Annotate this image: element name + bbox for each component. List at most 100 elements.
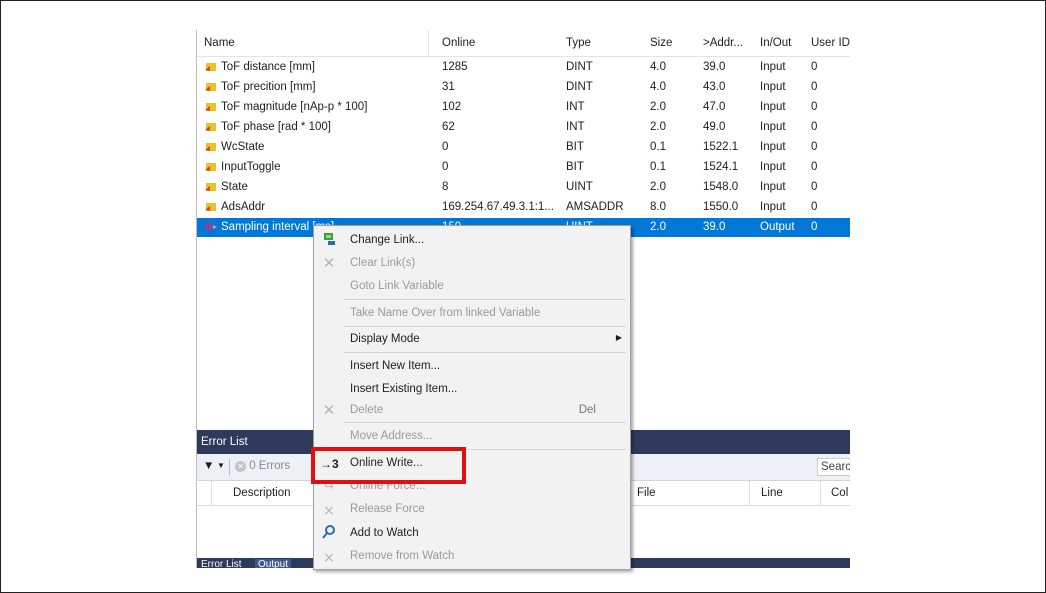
cell-inout: Input bbox=[760, 101, 786, 113]
cell-userid: 0 bbox=[811, 221, 818, 233]
release-force-icon: ⨯ bbox=[323, 502, 335, 518]
cell-name: ToF precition [mm] bbox=[221, 81, 316, 93]
error-list-title: Error List bbox=[201, 436, 248, 448]
add-watch-icon bbox=[320, 525, 338, 543]
column-header-size[interactable]: Size bbox=[650, 37, 672, 49]
table-row[interactable]: State 8 UINT 2.0 1548.0 Input 0 bbox=[197, 178, 850, 197]
cell-online: 102 bbox=[442, 101, 462, 113]
table-row[interactable]: AdsAddr 169.254.67.49.3.1:1... AMSADDR 8.0 1… bbox=[197, 198, 850, 217]
menu-item-clear-links[interactable]: ✕ Clear Link(s) bbox=[314, 252, 630, 276]
menu-item-remove-from-watch[interactable]: ⨯ Remove from Watch bbox=[314, 545, 630, 569]
cell-userid: 0 bbox=[811, 201, 818, 213]
menu-item-display-mode[interactable]: Display Mode ▶ bbox=[314, 328, 630, 352]
cell-inout: Input bbox=[760, 81, 786, 93]
column-header-addr[interactable]: >Addr... bbox=[703, 37, 743, 49]
input-variable-icon bbox=[205, 162, 216, 172]
cell-addr: 39.0 bbox=[703, 221, 726, 233]
column-header-inout[interactable]: In/Out bbox=[760, 37, 791, 49]
column-header-online[interactable]: Online bbox=[442, 37, 475, 49]
cell-name: State bbox=[221, 181, 248, 193]
menu-separator bbox=[344, 326, 626, 327]
context-menu: Change Link... ✕ Clear Link(s) Goto Link… bbox=[313, 225, 631, 570]
input-variable-icon bbox=[205, 202, 216, 212]
cell-name: WcState bbox=[221, 141, 265, 153]
input-variable-icon bbox=[205, 122, 216, 132]
cell-size: 2.0 bbox=[650, 101, 666, 113]
column-header-userid[interactable]: User ID bbox=[811, 37, 850, 49]
table-row[interactable]: ToF magnitude [nAp-p * 100] 102 INT 2.0 47.0… bbox=[197, 98, 850, 117]
table-header: Name Online Type Size >Addr... In/Out Us… bbox=[197, 30, 850, 57]
cell-type: AMSADDR bbox=[566, 201, 624, 213]
cell-addr: 39.0 bbox=[703, 61, 726, 73]
cell-addr: 43.0 bbox=[703, 81, 726, 93]
cell-size: 2.0 bbox=[650, 121, 666, 133]
column-header-col[interactable]: Col bbox=[831, 487, 848, 499]
cell-addr: 49.0 bbox=[703, 121, 726, 133]
table-row[interactable]: ToF distance [mm] 1285 DINT 4.0 39.0 Input 0 bbox=[197, 58, 850, 77]
tab-error-list[interactable]: Error List bbox=[201, 559, 242, 568]
error-icon: ✕ bbox=[235, 461, 246, 472]
cell-type: UINT bbox=[566, 181, 593, 193]
menu-item-move-address[interactable]: Move Address... bbox=[314, 425, 630, 449]
cell-online: 62 bbox=[442, 121, 455, 133]
menu-item-goto-link-variable[interactable]: Goto Link Variable bbox=[314, 275, 630, 299]
menu-item-add-to-watch[interactable]: Add to Watch bbox=[314, 522, 630, 546]
cell-userid: 0 bbox=[811, 101, 818, 113]
menu-item-insert-new-item[interactable]: Insert New Item... bbox=[314, 355, 630, 379]
cell-inout: Input bbox=[760, 61, 786, 73]
column-header-name[interactable]: Name bbox=[204, 37, 235, 49]
cell-userid: 0 bbox=[811, 121, 818, 133]
cell-name: ToF phase [rad * 100] bbox=[221, 121, 331, 133]
cell-addr: 1522.1 bbox=[703, 141, 739, 153]
delete-icon: ✕ bbox=[322, 402, 336, 419]
cell-userid: 0 bbox=[811, 141, 818, 153]
column-header-type[interactable]: Type bbox=[566, 37, 591, 49]
table-row[interactable]: WcState 0 BIT 0.1 1522.1 Input 0 bbox=[197, 138, 850, 157]
menu-item-change-link[interactable]: Change Link... bbox=[314, 229, 630, 253]
tab-output[interactable]: Output bbox=[255, 559, 292, 568]
cell-size: 0.1 bbox=[650, 141, 666, 153]
cell-online: 0 bbox=[442, 141, 449, 153]
cell-size: 2.0 bbox=[650, 181, 666, 193]
menu-item-release-force[interactable]: ⨯ Release Force bbox=[314, 498, 630, 522]
filter-icon[interactable]: ▼ bbox=[203, 460, 214, 472]
cell-inout: Input bbox=[760, 201, 786, 213]
clear-link-icon: ✕ bbox=[322, 255, 336, 272]
cell-name: AdsAddr bbox=[221, 201, 266, 213]
table-row[interactable]: ToF phase [rad * 100] 62 INT 2.0 49.0 Input 0 bbox=[197, 118, 850, 137]
column-header-file[interactable]: File bbox=[637, 487, 656, 499]
output-variable-icon bbox=[205, 222, 217, 232]
input-variable-icon bbox=[205, 142, 216, 152]
menu-item-delete[interactable]: ✕ Delete Del bbox=[314, 399, 630, 423]
input-variable-icon bbox=[205, 182, 216, 192]
search-input[interactable]: Search bbox=[817, 458, 850, 476]
link-icon bbox=[320, 232, 338, 250]
cell-addr: 47.0 bbox=[703, 101, 726, 113]
cell-userid: 0 bbox=[811, 61, 818, 73]
cell-type: INT bbox=[566, 101, 585, 113]
cell-size: 4.0 bbox=[650, 61, 666, 73]
cell-addr: 1548.0 bbox=[703, 181, 739, 193]
cell-type: BIT bbox=[566, 161, 584, 173]
cell-size: 0.1 bbox=[650, 161, 666, 173]
cell-size: 2.0 bbox=[650, 221, 666, 233]
cell-online: 0 bbox=[442, 161, 449, 173]
cell-online: 8 bbox=[442, 181, 449, 193]
cell-online: 1285 bbox=[442, 61, 468, 73]
input-variable-icon bbox=[205, 62, 216, 72]
cell-type: BIT bbox=[566, 141, 584, 153]
cell-addr: 1550.0 bbox=[703, 201, 739, 213]
column-header-description[interactable]: Description bbox=[233, 487, 291, 499]
column-header-line[interactable]: Line bbox=[761, 487, 783, 499]
errors-filter-button[interactable]: ✕ 0 Errors bbox=[235, 460, 290, 472]
table-row[interactable]: ToF precition [mm] 31 DINT 4.0 43.0 Input 0 bbox=[197, 78, 850, 97]
input-variable-icon bbox=[205, 102, 216, 112]
table-row[interactable]: InputToggle 0 BIT 0.1 1524.1 Input 0 bbox=[197, 158, 850, 177]
input-variable-icon bbox=[205, 82, 216, 92]
cell-userid: 0 bbox=[811, 81, 818, 93]
cell-name: ToF distance [mm] bbox=[221, 61, 315, 73]
submenu-arrow-icon: ▶ bbox=[615, 333, 622, 342]
chevron-down-icon[interactable]: ▼ bbox=[217, 461, 225, 470]
menu-item-take-name-over[interactable]: Take Name Over from linked Variable bbox=[314, 302, 630, 326]
cell-name: InputToggle bbox=[221, 161, 281, 173]
